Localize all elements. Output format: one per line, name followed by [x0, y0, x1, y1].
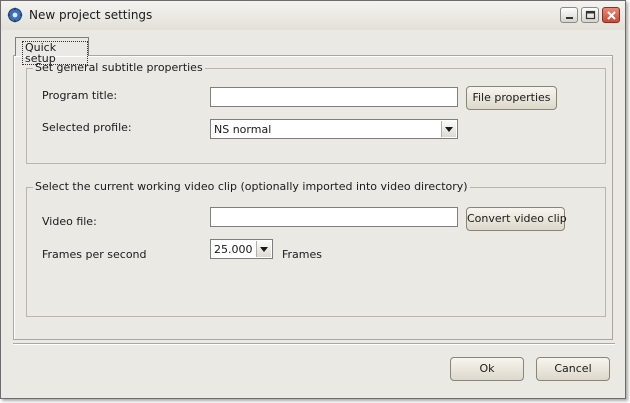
tab-quick-setup-label: Quick setup [22, 41, 88, 65]
tab-panel-quick-setup: Set general subtitle properties Program … [13, 55, 613, 340]
video-clip-group: Select the current working video clip (o… [26, 180, 606, 317]
window-title: New project settings [29, 8, 153, 22]
footer-divider [13, 343, 615, 345]
chevron-down-icon[interactable] [441, 121, 456, 137]
maximize-icon [585, 10, 596, 20]
selected-profile-dropdown[interactable]: NS normal [210, 119, 458, 139]
video-file-input[interactable] [210, 207, 458, 227]
program-title-label: Program title: [42, 89, 118, 102]
dialog-window: New project settings Set general subtitl… [0, 0, 626, 399]
maximize-button[interactable] [581, 7, 599, 23]
selected-profile-value: NS normal [214, 123, 272, 136]
close-button[interactable] [602, 7, 620, 23]
cancel-button[interactable]: Cancel [536, 357, 610, 381]
frames-per-second-value: 25.000 [214, 243, 253, 256]
frames-per-second-label: Frames per second [42, 248, 147, 261]
chevron-down-icon[interactable] [256, 241, 271, 257]
general-properties-group: Set general subtitle properties Program … [26, 61, 606, 164]
file-properties-button[interactable]: File properties [466, 86, 557, 110]
ok-button[interactable]: Ok [450, 357, 524, 381]
close-icon [607, 11, 616, 20]
title-bar[interactable]: New project settings [1, 1, 625, 30]
frames-per-second-dropdown[interactable]: 25.000 [210, 239, 273, 259]
video-clip-legend: Select the current working video clip (o… [33, 180, 470, 193]
tab-quick-setup[interactable]: Quick setup [15, 37, 89, 65]
convert-video-clip-button[interactable]: Convert video clip [466, 207, 567, 231]
program-title-input[interactable] [210, 87, 458, 107]
video-file-label: Video file: [42, 215, 97, 228]
minimize-button[interactable] [560, 7, 578, 23]
selected-profile-label: Selected profile: [42, 121, 132, 134]
frames-unit-label: Frames [282, 248, 323, 261]
minimize-icon [566, 17, 573, 19]
gear-icon [7, 7, 23, 23]
